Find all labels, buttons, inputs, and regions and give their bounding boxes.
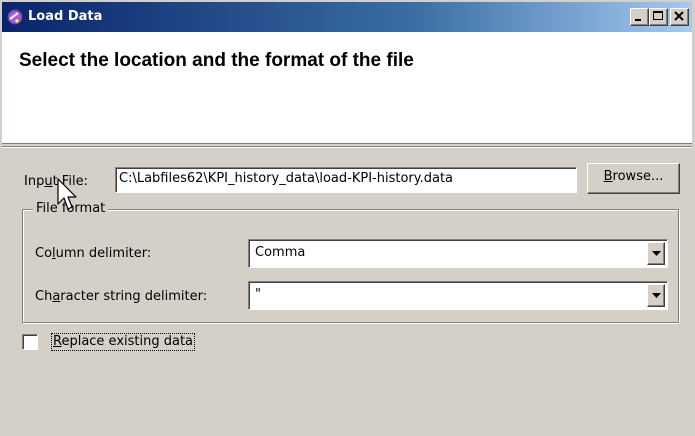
column-delimiter-select[interactable]: Comma <box>248 239 668 268</box>
column-delimiter-label: Column delimiter: <box>35 246 151 262</box>
string-delimiter-label-part: Ch <box>35 289 53 304</box>
minimize-icon <box>635 19 641 21</box>
load-data-dialog: Load Data Select the location and the fo… <box>0 0 695 436</box>
column-delimiter-dropdown-button[interactable] <box>647 242 665 265</box>
chevron-down-icon <box>652 251 661 256</box>
banner-separator <box>2 146 692 148</box>
mouse-cursor-icon <box>57 178 77 210</box>
string-delimiter-label-part: racter string delimiter: <box>60 289 208 304</box>
close-icon <box>674 11 684 21</box>
maximize-icon <box>653 11 663 20</box>
input-file-label-part: Inp <box>24 174 45 189</box>
chevron-down-icon <box>652 293 661 298</box>
column-delimiter-value: Comma <box>255 245 306 260</box>
string-delimiter-select[interactable]: " <box>248 281 668 310</box>
header-banner: Select the location and the format of th… <box>2 32 692 144</box>
string-delimiter-value: " <box>255 287 261 302</box>
input-file-label-mnemonic: u <box>44 174 53 189</box>
input-file-value: C:\Labfiles62\KPI_history_data\load-KPI-… <box>119 171 454 186</box>
string-delimiter-dropdown-button[interactable] <box>647 284 665 307</box>
browse-mnemonic: B <box>603 169 613 184</box>
maximize-button[interactable] <box>649 8 668 26</box>
minimize-button[interactable] <box>630 8 649 26</box>
column-delimiter-label-part: Co <box>35 246 53 261</box>
browse-label: rowse... <box>612 169 664 184</box>
input-file-field[interactable]: C:\Labfiles62\KPI_history_data\load-KPI-… <box>115 167 577 193</box>
wand-icon <box>7 9 23 25</box>
replace-existing-checkbox[interactable] <box>22 334 38 350</box>
column-delimiter-label-part: umn delimiter: <box>55 246 152 261</box>
window-title: Load Data <box>28 9 103 24</box>
replace-existing-label[interactable]: Replace existing data <box>50 333 196 351</box>
title-bar[interactable]: Load Data <box>2 2 692 32</box>
close-button[interactable] <box>670 8 689 26</box>
page-title: Select the location and the format of th… <box>19 50 414 71</box>
browse-button[interactable]: Browse... <box>587 163 680 194</box>
string-delimiter-label: Character string delimiter: <box>35 289 207 305</box>
replace-existing-label-text: eplace existing data <box>61 334 194 349</box>
